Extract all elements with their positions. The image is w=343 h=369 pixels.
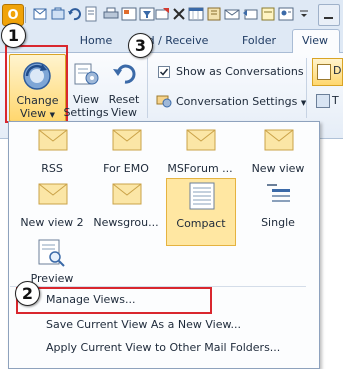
format-icon[interactable] xyxy=(121,6,137,22)
view-item-label: Single xyxy=(261,216,295,229)
envelope-icon xyxy=(38,129,68,151)
minimize-button[interactable] xyxy=(318,4,340,26)
apply-current-view-menu-item[interactable]: Apply Current View to Other Mail Folders… xyxy=(10,337,306,359)
compact-view-icon xyxy=(189,182,215,210)
envelope-icon xyxy=(38,183,68,205)
view-item-label: MSForum ... xyxy=(167,162,233,175)
new-mail-icon[interactable] xyxy=(32,6,48,22)
highlight-box-change-view xyxy=(5,45,68,123)
envelope-icon xyxy=(264,129,294,151)
reading-pane-icon xyxy=(317,64,331,80)
reset-view-label-2: View xyxy=(110,106,138,119)
calendar-icon[interactable] xyxy=(188,6,204,22)
reply-icon[interactable] xyxy=(242,6,258,22)
callout-3: 3 xyxy=(128,33,153,58)
contacts-icon[interactable] xyxy=(278,6,294,22)
conversation-settings-icon xyxy=(156,94,172,108)
todo-bar-button[interactable]: T xyxy=(312,90,343,112)
view-item-newsgroups[interactable]: Newsgrou... xyxy=(92,178,160,244)
toolbar-divider xyxy=(25,7,26,23)
callout-2: 2 xyxy=(15,281,40,306)
callout-1: 1 xyxy=(1,23,26,48)
conversation-settings-button[interactable]: Conversation Settings ▼ xyxy=(176,95,306,108)
send-receive-icon[interactable] xyxy=(50,6,66,22)
delete-icon[interactable] xyxy=(171,6,187,22)
document-icon[interactable] xyxy=(83,6,99,22)
checkmark-icon xyxy=(159,68,169,76)
todo-bar-label: T xyxy=(332,94,339,107)
follow-up-icon[interactable] xyxy=(155,6,171,22)
customize-quick-access-icon[interactable] xyxy=(296,6,312,22)
envelope-icon xyxy=(186,129,216,151)
show-as-conversations-label[interactable]: Show as Conversations xyxy=(176,65,304,78)
print-icon[interactable] xyxy=(103,6,119,22)
view-item-compact-selected[interactable]: Compact xyxy=(166,178,236,246)
reset-view-label-1: Reset xyxy=(108,93,140,106)
view-settings-icon xyxy=(74,60,100,88)
reading-pane-button[interactable]: D xyxy=(312,58,343,86)
reset-view-icon xyxy=(112,60,138,88)
undo-icon[interactable] xyxy=(66,6,82,22)
view-settings-button[interactable]: View Settings xyxy=(63,56,109,122)
address-book-icon[interactable] xyxy=(206,6,222,22)
single-view-icon xyxy=(267,184,290,202)
view-item-single[interactable]: Single xyxy=(244,178,312,244)
filter-icon[interactable] xyxy=(139,6,155,22)
tab-view[interactable]: View xyxy=(292,32,338,50)
ribbon-group-divider xyxy=(147,58,148,118)
minimize-icon xyxy=(324,17,333,19)
show-as-conversations-checkbox[interactable] xyxy=(158,66,170,78)
notes-icon[interactable] xyxy=(260,6,276,22)
view-item-label: New view xyxy=(251,162,305,175)
preview-view-icon xyxy=(38,239,65,267)
envelope-icon xyxy=(112,183,142,205)
highlight-box-manage-views xyxy=(16,287,212,314)
mail-icon[interactable] xyxy=(224,6,240,22)
tab-folder[interactable]: Folder xyxy=(230,32,288,50)
view-item-label: Compact xyxy=(176,217,226,230)
conversation-settings-label: Conversation Settings xyxy=(176,95,298,108)
reading-pane-label: D xyxy=(333,64,342,77)
ribbon-group-divider-2 xyxy=(306,58,307,118)
reset-view-button[interactable]: Reset View xyxy=(106,56,142,122)
tab-home[interactable]: Home xyxy=(74,32,118,50)
todo-bar-icon xyxy=(316,94,330,108)
save-current-view-menu-item[interactable]: Save Current View As a New View... xyxy=(10,314,306,336)
envelope-icon xyxy=(112,129,142,151)
